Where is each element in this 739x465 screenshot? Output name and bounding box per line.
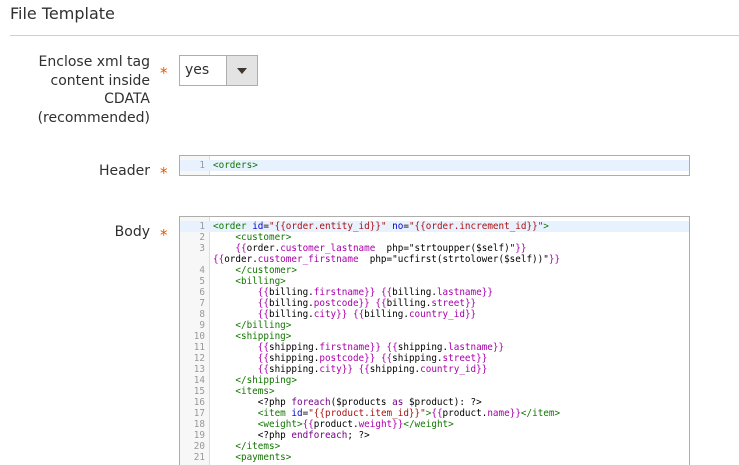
code-line: 16 <?php foreach($products as $product):… (180, 397, 689, 408)
code-text: {{billing.firstname}} {{billing.lastname… (257, 287, 493, 298)
code-line: 17 <item id="{{product.item_id}}">{{prod… (180, 408, 689, 419)
body-field-label: Body (114, 224, 150, 240)
code-text: {{shipping.postcode}} {{shipping.street}… (257, 353, 488, 364)
code-text: </customer> (235, 265, 297, 276)
required-marker: * (160, 164, 168, 182)
code-line: 4 </customer> (180, 265, 689, 276)
header-field-label: Header (99, 163, 150, 179)
code-line: 19 <?php endforeach; ?> (180, 430, 689, 441)
code-text: {{shipping.firstname}} {{shipping.lastna… (257, 342, 505, 353)
code-line: 20 </items> (180, 441, 689, 452)
required-marker: * (160, 226, 168, 244)
line-number: 4 (199, 265, 205, 276)
line-number: 1 (199, 160, 205, 171)
cdata-field-label: Enclose xml tag content inside CDATA (re… (38, 53, 150, 127)
line-number: 20 (193, 441, 205, 452)
cdata-label-line: content inside (50, 72, 151, 89)
cdata-label-line: Enclose xml tag (38, 54, 150, 70)
code-text: {{billing.city}} {{billing.country_id}} (257, 309, 477, 320)
code-text: <weight>{{product.weight}}</weight> (257, 419, 454, 430)
line-number: 9 (199, 320, 205, 331)
line-number: 19 (193, 430, 205, 441)
line-number: 17 (193, 408, 205, 419)
select-toggle[interactable] (226, 56, 257, 85)
header-code-editor[interactable]: 1 <orders> (179, 155, 690, 176)
body-code-lines: 1 <order id="{{order.entity_id}}" no="{{o… (180, 221, 689, 463)
code-line: 11 {{shipping.firstname}} {{shipping.las… (180, 342, 689, 353)
code-line: 5 <billing> (180, 276, 689, 287)
code-line: 8 {{billing.city}} {{billing.country_id}… (180, 309, 689, 320)
section-divider (10, 35, 739, 36)
line-number: 11 (193, 342, 205, 353)
line-number: 2 (199, 232, 205, 243)
code-text: <orders> (213, 160, 258, 171)
code-line: 3 {{order.customer_lastname php="strtoup… (180, 243, 689, 265)
section-title: File Template (10, 4, 115, 23)
line-number: 3 (199, 243, 205, 254)
line-number: 8 (199, 309, 205, 320)
code-line: 6 {{billing.firstname}} {{billing.lastna… (180, 287, 689, 298)
code-text: </items> (235, 441, 281, 452)
code-text: </billing> (235, 320, 292, 331)
code-text: <item id="{{product.item_id}}">{{product… (257, 408, 561, 419)
code-text: <shipping> (235, 331, 292, 342)
code-line: 13 {{shipping.city}} {{shipping.country_… (180, 364, 689, 375)
code-text: <items> (235, 386, 275, 397)
code-text: <billing> (235, 276, 286, 287)
code-text: <?php foreach($products as $product): ?> (213, 397, 482, 408)
chevron-down-icon (237, 68, 247, 74)
line-number: 6 (199, 287, 205, 298)
line-number: 21 (193, 452, 205, 463)
code-text: </shipping> (235, 375, 297, 386)
line-number: 10 (193, 331, 205, 342)
line-number: 5 (199, 276, 205, 287)
line-number: 18 (193, 419, 205, 430)
cdata-label-line: CDATA (104, 91, 150, 107)
cdata-select[interactable]: yes (179, 55, 258, 86)
code-text: {{shipping.city}} {{shipping.country_id}… (257, 364, 488, 375)
code-line: 14 </shipping> (180, 375, 689, 386)
line-number: 13 (193, 364, 205, 375)
line-number: 16 (193, 397, 205, 408)
code-line: 10 <shipping> (180, 331, 689, 342)
line-number: 14 (193, 375, 205, 386)
code-line: 7 {{billing.postcode}} {{billing.street}… (180, 298, 689, 309)
cdata-select-value: yes (185, 62, 210, 78)
code-line: 2 <customer> (180, 232, 689, 243)
code-line: 21 <payments> (180, 452, 689, 463)
code-text: <?php endforeach; ?> (213, 430, 370, 441)
required-marker: * (160, 64, 168, 82)
code-text: {{order.customer_lastname php="strtouppe… (213, 243, 561, 265)
header-code-lines: 1 <orders> (180, 160, 689, 171)
code-line: 18 <weight>{{product.weight}}</weight> (180, 419, 689, 430)
code-line: 15 <items> (180, 386, 689, 397)
code-text: <payments> (235, 452, 292, 463)
code-line: 1 <orders> (180, 160, 689, 171)
code-text: <order id="{{order.entity_id}}" no="{{or… (213, 221, 549, 232)
code-line: 9 </billing> (180, 320, 689, 331)
line-number: 15 (193, 386, 205, 397)
line-number: 12 (193, 353, 205, 364)
code-text: <customer> (235, 232, 292, 243)
line-number: 1 (199, 221, 205, 232)
line-number: 7 (199, 298, 205, 309)
code-line: 12 {{shipping.postcode}} {{shipping.stre… (180, 353, 689, 364)
cdata-label-line: (recommended) (37, 109, 150, 126)
code-line: 1 <order id="{{order.entity_id}}" no="{{o… (180, 221, 689, 232)
code-text: {{billing.postcode}} {{billing.street}} (257, 298, 477, 309)
body-code-editor[interactable]: 1 <order id="{{order.entity_id}}" no="{{o… (179, 216, 690, 465)
